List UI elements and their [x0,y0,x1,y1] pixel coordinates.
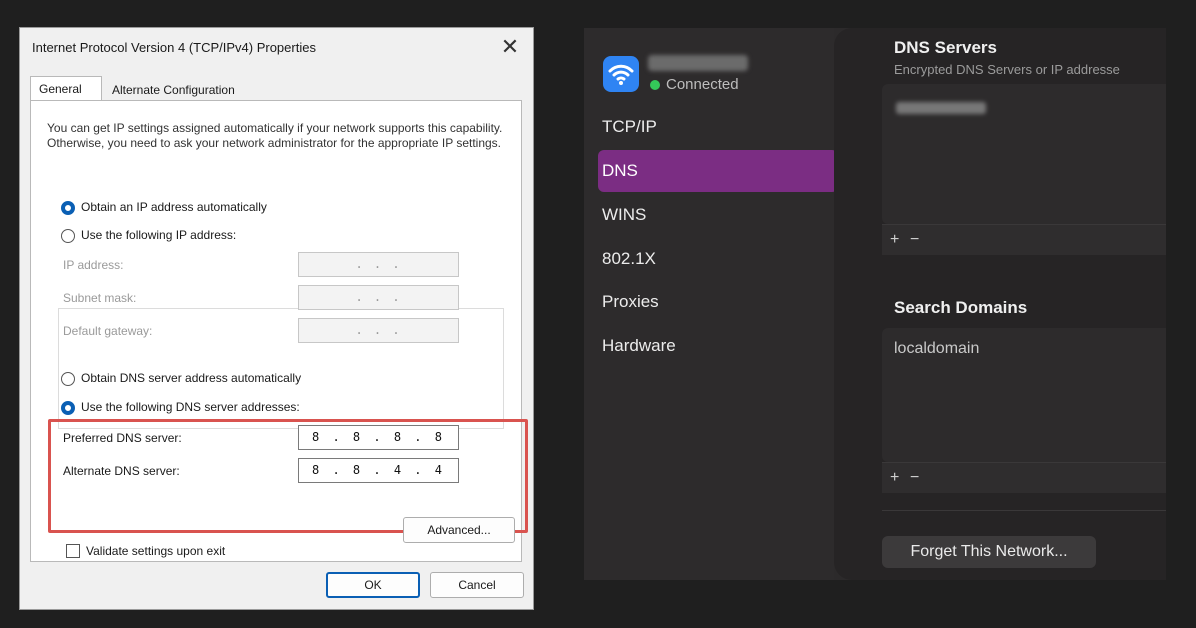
alternate-dns-label: Alternate DNS server: [63,464,180,478]
connection-status: Connected [666,76,739,93]
add-search-domain-button[interactable]: + [890,469,899,487]
description-text: You can get IP settings assigned automat… [47,121,503,150]
sidebar-item-proxies[interactable]: Proxies [598,281,838,323]
subnet-mask-label: Subnet mask: [63,291,137,305]
dns-auto-label[interactable]: Obtain DNS server address automatically [81,371,301,385]
settings-sidebar: Connected TCP/IP DNS WINS 802.1X Proxies… [584,28,838,580]
wifi-icon [603,56,639,92]
dns-servers-controls: + − [882,224,1166,255]
dns-settings-pane: DNS Servers Encrypted DNS Servers or IP … [834,28,1166,580]
dns-servers-subtitle: Encrypted DNS Servers or IP addresse [894,62,1120,77]
search-domain-entry[interactable]: localdomain [894,340,979,358]
ok-button[interactable]: OK [326,572,420,598]
sidebar-item-dns[interactable]: DNS [598,150,838,192]
dns-manual-label[interactable]: Use the following DNS server addresses: [81,400,300,414]
sidebar-item-tcpip[interactable]: TCP/IP [598,106,838,148]
subnet-mask-field: . . . [298,285,459,310]
ip-address-label: IP address: [63,258,124,272]
mac-network-settings: Connected TCP/IP DNS WINS 802.1X Proxies… [584,28,1166,580]
validate-label[interactable]: Validate settings upon exit [86,544,225,558]
alternate-dns-field[interactable]: 8 . 8 . 4 . 4 [298,458,459,483]
search-domains-controls: + − [882,462,1166,493]
sidebar-item-8021x[interactable]: 802.1X [598,238,838,280]
default-gateway-label: Default gateway: [63,324,153,338]
default-gateway-field: . . . [298,318,459,343]
dns-auto-radio[interactable] [61,372,75,386]
search-domains-title: Search Domains [894,298,1028,317]
ipv4-properties-dialog: Internet Protocol Version 4 (TCP/IPv4) P… [19,27,534,610]
forget-network-button[interactable]: Forget This Network... [882,536,1096,568]
ip-manual-label[interactable]: Use the following IP address: [81,228,236,242]
general-tab-panel: You can get IP settings assigned automat… [30,100,528,562]
ip-address-field: . . . [298,252,459,277]
cancel-button[interactable]: Cancel [430,572,524,598]
ip-manual-radio[interactable] [61,229,75,243]
connected-status-dot [650,80,660,90]
sidebar-item-wins[interactable]: WINS [598,194,838,236]
dns-manual-radio[interactable] [61,401,75,415]
dns-server-entry-blurred [896,102,986,114]
sidebar-item-hardware[interactable]: Hardware [598,325,838,367]
remove-dns-server-button[interactable]: − [910,231,919,249]
dialog-title: Internet Protocol Version 4 (TCP/IPv4) P… [32,40,316,55]
close-icon[interactable]: ✕ [497,34,523,60]
validate-checkbox[interactable] [66,544,80,558]
dns-servers-title: DNS Servers [894,38,998,57]
ip-auto-label[interactable]: Obtain an IP address automatically [81,200,267,214]
network-name-blurred [648,55,748,71]
remove-search-domain-button[interactable]: − [910,469,919,487]
tab-general[interactable]: General [30,76,102,100]
tab-alternate-configuration[interactable]: Alternate Configuration [104,78,270,102]
preferred-dns-label: Preferred DNS server: [63,431,182,445]
add-dns-server-button[interactable]: + [890,231,899,249]
ip-auto-radio[interactable] [61,201,75,215]
advanced-button[interactable]: Advanced... [403,517,515,543]
preferred-dns-field[interactable]: 8 . 8 . 8 . 8 [298,425,459,450]
section-divider [882,510,1166,511]
